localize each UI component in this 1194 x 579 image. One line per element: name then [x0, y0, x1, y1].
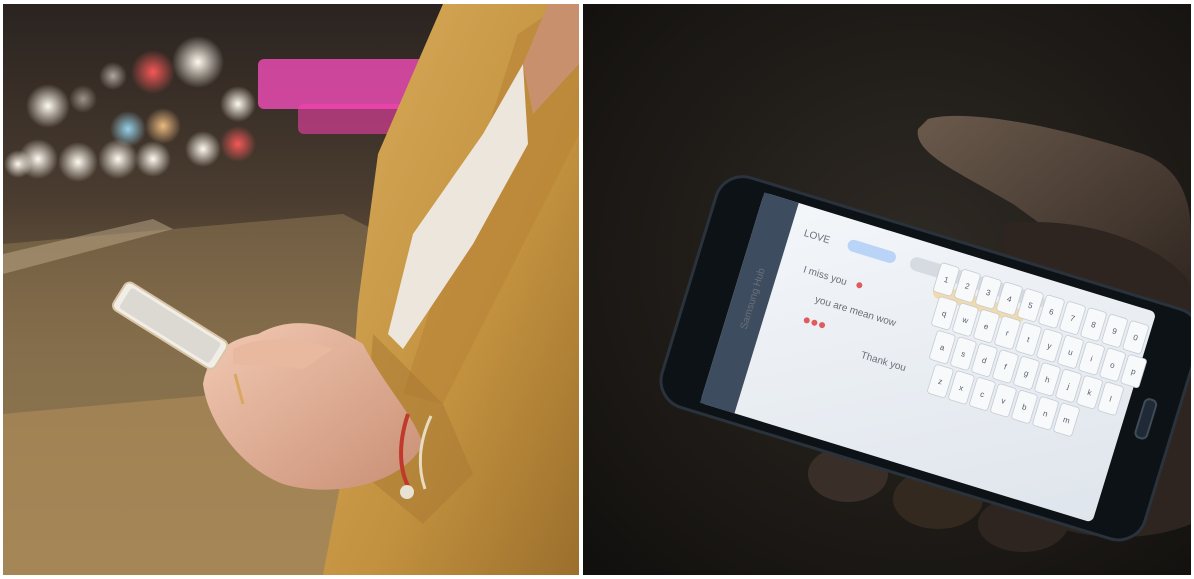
photo-phone-in-dark-image: Samsung Hub LOVE I miss you you are mean…: [583, 4, 1191, 575]
photo-woman-texting: [3, 4, 579, 575]
photo-phone-in-dark: Samsung Hub LOVE I miss you you are mean…: [583, 4, 1191, 575]
photo-woman-texting-image: [3, 4, 579, 575]
